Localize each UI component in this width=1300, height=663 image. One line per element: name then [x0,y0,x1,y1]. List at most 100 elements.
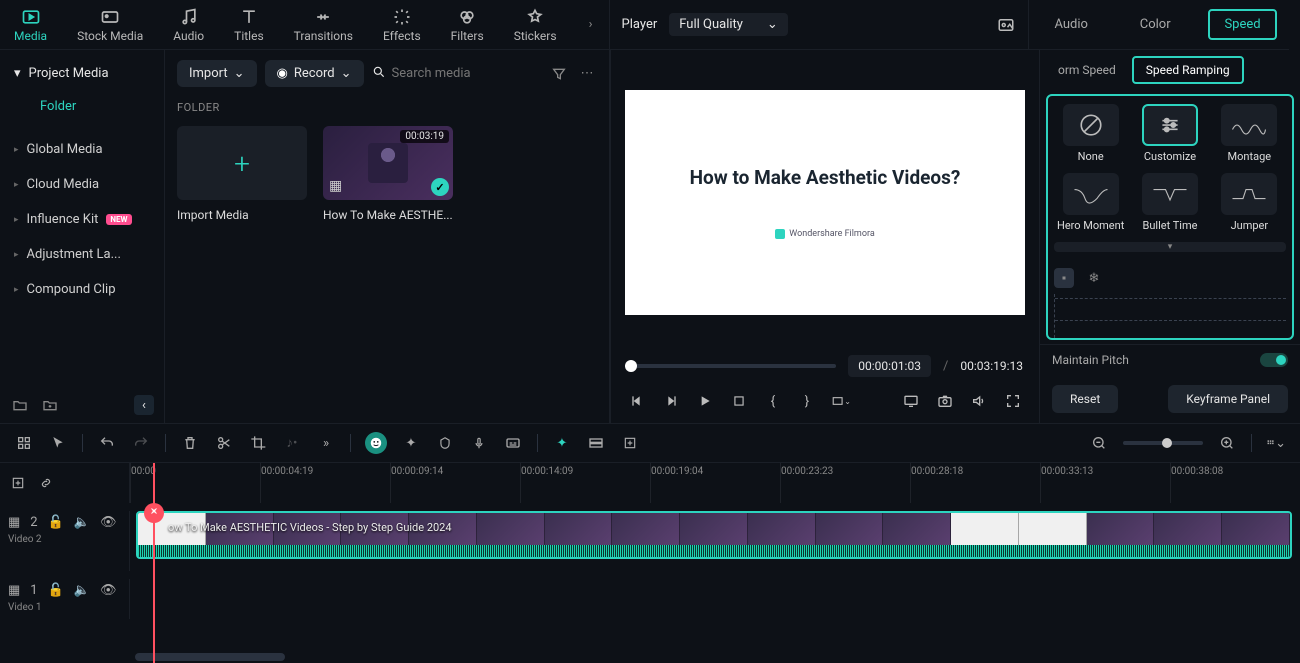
zoom-slider[interactable] [1123,441,1203,445]
next-frame-button[interactable] [661,391,681,411]
preset-hero-moment[interactable]: Hero Moment [1054,173,1127,232]
visible-icon[interactable]: 👁 [100,583,117,598]
fullscreen-button[interactable] [1003,391,1023,411]
visible-icon[interactable]: 👁 [100,515,117,530]
volume-button[interactable] [969,391,989,411]
lock-icon[interactable]: 🔓 [48,515,64,530]
timeline-hscroll[interactable] [135,653,1292,661]
timeline-view-button[interactable]: ⌄ [1266,433,1286,453]
import-button[interactable]: Import⌄ [177,60,257,87]
record-button[interactable]: ◉Record⌄ [265,60,364,87]
filter-icon[interactable] [549,64,569,84]
select-tool[interactable] [14,433,34,453]
timeline-ruler[interactable]: 00:00 00:00:04:19 00:00:09:14 00:00:14:0… [130,463,1300,503]
folder-heading: FOLDER [177,101,597,114]
preset-montage[interactable]: Montage [1213,104,1286,163]
display-settings-button[interactable] [901,391,921,411]
tab-transitions[interactable]: Transitions [288,3,359,47]
preset-jumper[interactable]: Jumper [1213,173,1286,232]
crop-button[interactable] [248,433,268,453]
play-button[interactable] [695,391,715,411]
sidebar-item-influence-kit[interactable]: ▸Influence KitNEW [0,202,164,237]
sidebar-item-adjustment-layer[interactable]: ▸Adjustment La... [0,237,164,272]
folder-tab[interactable]: Folder [0,89,164,124]
cursor-tool[interactable] [48,433,68,453]
link-tracks-button[interactable] [586,433,606,453]
add-keyframe-button[interactable] [1054,268,1074,288]
quality-dropdown[interactable]: Full Quality ⌄ [669,13,788,36]
more-tools-button[interactable]: » [316,433,336,453]
speed-ramping-tab[interactable]: Speed Ramping [1132,56,1244,84]
preset-customize[interactable]: Customize [1133,104,1206,163]
marker-button[interactable] [435,433,455,453]
preset-bullet-time[interactable]: Bullet Time [1133,173,1206,232]
chevron-down-icon: ⌄ [767,17,778,32]
snapshot-button[interactable] [935,391,955,411]
video-clip[interactable]: ow To Make AESTHETIC Videos - Step by St… [136,511,1292,559]
sparkle-button[interactable]: ✦ [401,433,421,453]
watermark: Wondershare Filmora [775,229,874,239]
preview-canvas: How to Make Aesthetic Videos? Wondershar… [625,90,1025,315]
preset-none[interactable]: None [1054,104,1127,163]
chevron-down-icon: ▾ [14,66,21,81]
freeze-frame-button[interactable]: ❄ [1084,268,1104,288]
tab-effects[interactable]: Effects [377,3,427,47]
undo-button[interactable] [97,433,117,453]
mark-in-button[interactable]: { [763,391,783,411]
chevron-down-icon: ⌄ [341,66,352,81]
track-header-video2: ▦2 🔓 🔈 👁 Video 2 [0,511,130,571]
sidebar-item-compound-clip[interactable]: ▸Compound Clip [0,272,164,307]
media-clip-card[interactable]: 00:03:19 ▦ ✓ How To Make AESTHE... [323,126,453,222]
music-beat-button[interactable]: ♪• [282,433,302,453]
project-media[interactable]: ▾ Project Media [0,58,164,89]
rtab-speed[interactable]: Speed [1208,9,1276,40]
presets-expand[interactable]: ▾ [1054,242,1286,252]
reset-button[interactable]: Reset [1052,385,1118,413]
main-tabs: Media Stock Media Audio Titles Transitio… [0,0,609,50]
magnet-button[interactable]: ✦ [552,433,572,453]
tab-filters[interactable]: Filters [445,3,490,47]
ai-tool-button[interactable] [365,432,387,454]
zoom-in-button[interactable] [1217,433,1237,453]
playhead[interactable] [153,463,155,663]
search-media[interactable] [372,65,541,83]
new-folder-icon[interactable] [10,395,30,415]
speed-graph[interactable]: 10x 5x 1x 0.5x 0.1x [1054,294,1286,340]
mark-out-button[interactable]: } [797,391,817,411]
track-link-button[interactable] [36,473,56,493]
sidebar-collapse-button[interactable]: ‹ [134,395,154,415]
stop-button[interactable] [729,391,749,411]
sidebar-item-cloud-media[interactable]: ▸Cloud Media [0,167,164,202]
tabs-scroll-right[interactable]: › [581,17,601,32]
voiceover-button[interactable] [469,433,489,453]
keyframe-tool[interactable] [620,433,640,453]
rtab-audio[interactable]: Audio [1040,11,1101,38]
maintain-pitch-toggle[interactable] [1260,353,1288,367]
tab-titles[interactable]: Titles [228,3,269,47]
delete-button[interactable] [180,433,200,453]
aspect-button[interactable]: ⌄ [831,391,851,411]
tab-media[interactable]: Media [8,3,53,47]
more-icon[interactable]: ⋯ [577,64,597,84]
zoom-out-button[interactable] [1089,433,1109,453]
prev-frame-button[interactable] [627,391,647,411]
sidebar-item-global-media[interactable]: ▸Global Media [0,132,164,167]
track-add-button[interactable] [8,473,28,493]
snapshot-icon[interactable] [996,15,1016,35]
redo-button[interactable] [131,433,151,453]
search-input[interactable] [392,66,541,81]
mute-icon[interactable]: 🔈 [74,583,90,598]
subtitle-button[interactable] [503,433,523,453]
tab-audio[interactable]: Audio [167,3,210,47]
new-folder-plus-icon[interactable] [40,395,60,415]
lock-icon[interactable]: 🔓 [48,583,64,598]
tab-stock-media[interactable]: Stock Media [71,3,149,47]
mute-icon[interactable]: 🔈 [74,515,90,530]
player-scrubber[interactable] [627,364,836,368]
uniform-speed-tab[interactable]: orm Speed [1046,58,1128,82]
split-button[interactable] [214,433,234,453]
keyframe-panel-button[interactable]: Keyframe Panel [1168,385,1288,413]
import-media-card[interactable]: + Import Media [177,126,307,222]
rtab-color[interactable]: Color [1126,11,1185,38]
tab-stickers[interactable]: Stickers [508,3,563,47]
